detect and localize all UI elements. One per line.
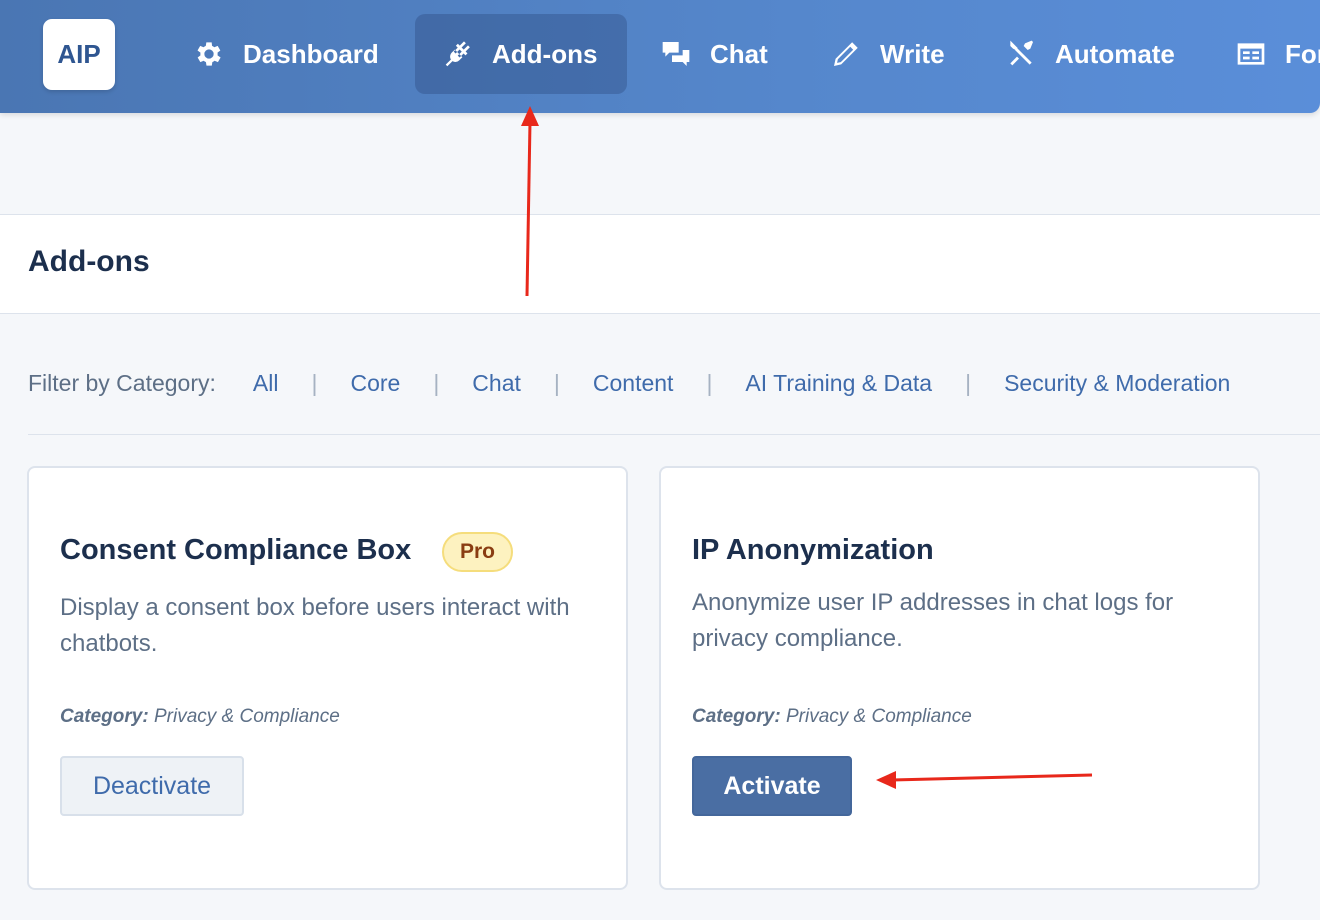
filter-separator: | (433, 369, 440, 396)
filter-all[interactable]: All (253, 370, 279, 397)
filter-content[interactable]: Content (593, 370, 674, 397)
nav-label-write: Write (880, 38, 945, 69)
app-logo[interactable]: AIP (43, 19, 115, 90)
top-navigation-bar: AIP Dashboard Add-ons Chat Write Automat… (0, 0, 1320, 113)
filter-separator: | (965, 369, 972, 396)
chat-bubbles-icon (659, 37, 693, 71)
pro-badge: Pro (442, 532, 513, 572)
nav-item-forms[interactable]: Forms (1234, 14, 1320, 94)
category-value: Privacy & Compliance (153, 706, 340, 727)
page-title: Add-ons (28, 245, 150, 278)
category-filter: Filter by Category: All | Core | Chat | … (28, 366, 1230, 400)
deactivate-button[interactable]: Deactivate (60, 756, 244, 816)
filter-security-moderation[interactable]: Security & Moderation (1004, 370, 1230, 397)
filter-separator: | (706, 369, 713, 396)
category-value: Privacy & Compliance (785, 706, 972, 727)
category-label: Category: (692, 706, 781, 727)
nav-item-write[interactable]: Write (829, 14, 945, 94)
page-header: Add-ons (0, 214, 1320, 314)
nav-item-chat[interactable]: Chat (659, 14, 768, 94)
nav-label-chat: Chat (710, 38, 768, 69)
card-category: Category: Privacy & Compliance (60, 706, 340, 728)
filter-ai-training-data[interactable]: AI Training & Data (745, 370, 932, 397)
nav-label-automate: Automate (1055, 38, 1175, 69)
activate-button[interactable]: Activate (692, 756, 852, 816)
filter-chat[interactable]: Chat (472, 370, 521, 397)
nav-label-dashboard: Dashboard (243, 38, 379, 69)
card-category: Category: Privacy & Compliance (692, 706, 972, 728)
gear-icon (192, 37, 226, 71)
filter-divider (28, 434, 1320, 435)
filter-separator: | (311, 369, 318, 396)
nav-label-forms: Forms (1285, 38, 1320, 69)
category-label: Category: (60, 706, 149, 727)
card-title: IP Anonymization (692, 534, 934, 566)
addon-card-consent-compliance-box: Consent Compliance Box Pro Display a con… (27, 466, 628, 890)
tools-icon (1004, 37, 1038, 71)
form-icon (1234, 37, 1268, 71)
nav-item-automate[interactable]: Automate (1004, 14, 1175, 94)
plug-icon (441, 37, 475, 71)
card-description: Anonymize user IP addresses in chat logs… (692, 589, 1174, 652)
nav-label-add-ons: Add-ons (492, 38, 598, 69)
card-title: Consent Compliance Box (60, 534, 412, 566)
filter-separator: | (553, 369, 560, 396)
addon-card-ip-anonymization: IP Anonymization Anonymize user IP addre… (659, 466, 1260, 890)
filter-label: Filter by Category: (28, 369, 216, 396)
card-description: Display a consent box before users inter… (60, 594, 570, 657)
filter-core[interactable]: Core (350, 370, 400, 397)
logo-text: AIP (57, 39, 101, 69)
nav-item-dashboard[interactable]: Dashboard (192, 14, 379, 94)
pencil-icon (829, 37, 863, 71)
nav-item-add-ons[interactable]: Add-ons (415, 14, 627, 94)
